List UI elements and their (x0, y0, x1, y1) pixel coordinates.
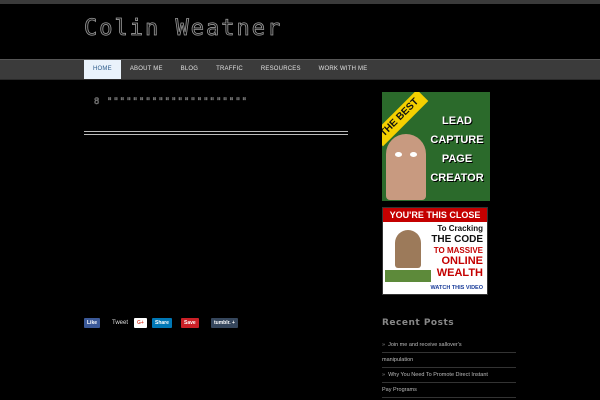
pinterest-save-button[interactable]: Save (181, 318, 199, 328)
recent-post-item[interactable]: Pay Programs (382, 383, 516, 398)
nav-item-about-me[interactable]: ABOUT ME (121, 60, 172, 79)
divider-line (84, 134, 348, 135)
bullet-icon: » (382, 372, 386, 378)
google-plus-button[interactable]: G+ (134, 318, 147, 328)
recent-post-item[interactable]: » Why You Need To Promote Direct Instant (382, 368, 516, 383)
facebook-like-button[interactable]: Like (84, 318, 101, 328)
tumblr-share-button[interactable]: tumblr. + (211, 318, 238, 328)
nav-item-resources[interactable]: RESOURCES (252, 60, 310, 79)
nav-item-home[interactable]: HOME (84, 60, 121, 79)
divider-line (84, 131, 348, 132)
nav-item-blog[interactable]: BLOG (172, 60, 207, 79)
recent-posts-title: Recent Posts (382, 318, 455, 328)
watch-video-link[interactable]: WATCH THIS VIDEO (385, 284, 483, 293)
main-nav: HOME ABOUT ME BLOG TRAFFIC RESOURCES WOR… (0, 59, 600, 80)
recent-post-item[interactable]: manipulation (382, 353, 516, 368)
bullet-icon: » (382, 342, 386, 348)
man-with-glasses-image (395, 230, 421, 268)
man-portrait-image (386, 134, 426, 200)
ad-headline: LEAD CAPTURE PAGE CREATOR (430, 115, 484, 184)
ad-header: YOU'RE THIS CLOSE (383, 208, 487, 222)
site-title[interactable]: Colin Weatner (84, 16, 282, 42)
recent-post-item[interactable]: » Join me and receive sallover's (382, 338, 516, 353)
twitter-tweet-button[interactable]: Tweet (109, 318, 131, 328)
linkedin-share-button[interactable]: Share (152, 318, 172, 328)
nav-item-traffic[interactable]: TRAFFIC (207, 60, 252, 79)
top-bar (0, 0, 600, 4)
online-wealth-ad-banner[interactable]: YOU'RE THIS CLOSE To Cracking THE CODE T… (382, 207, 488, 295)
lead-capture-ad-banner[interactable]: THE BEST LEAD CAPTURE PAGE CREATOR (382, 92, 490, 201)
money-pile-image (385, 270, 431, 282)
nav-item-work-with-me[interactable]: WORK WITH ME (310, 60, 377, 79)
post-title: 8 """""""""""""""""""""" (94, 97, 249, 108)
